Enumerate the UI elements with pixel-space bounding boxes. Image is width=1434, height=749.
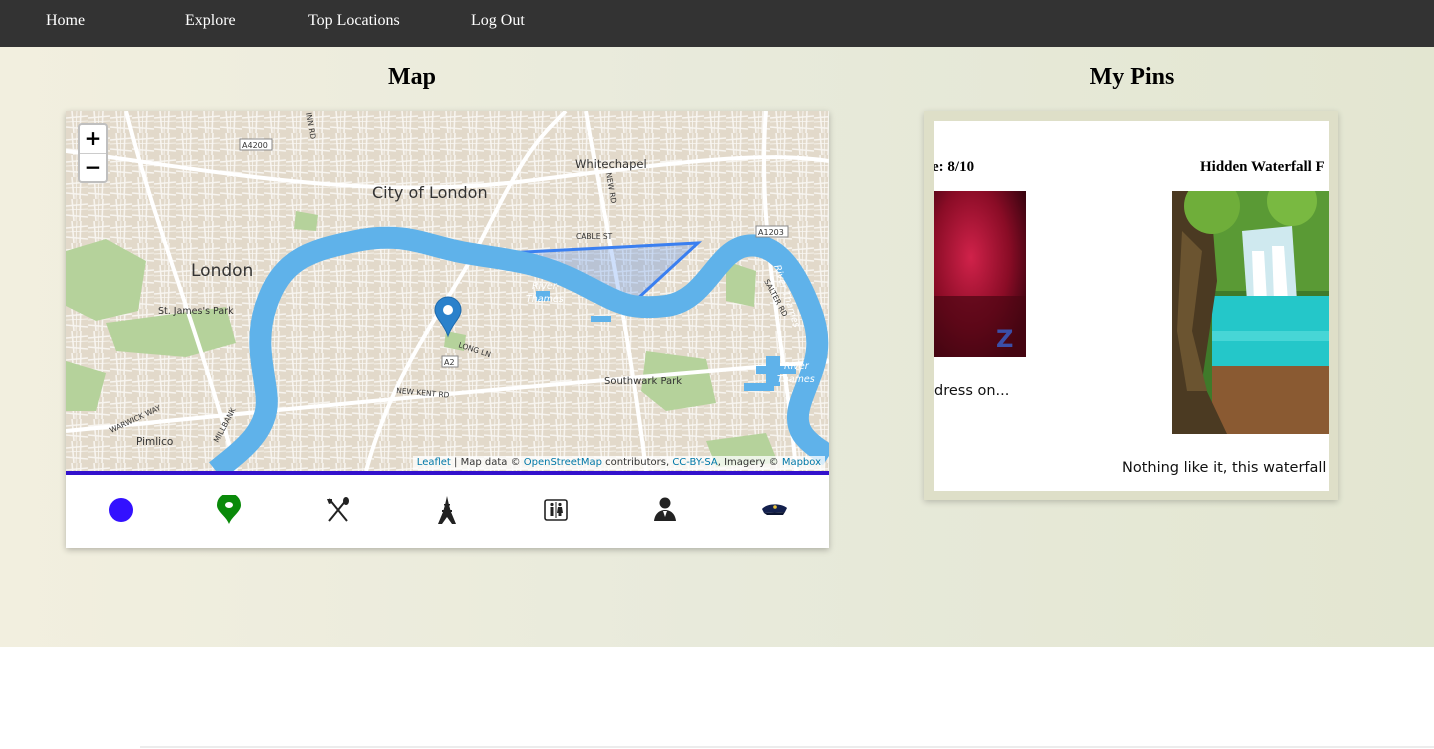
my-pins-title: My Pins [1089,64,1175,90]
nav-logout-link[interactable]: Log Out [471,12,525,30]
label-river-1: River [532,281,558,292]
zoom-out-button[interactable]: − [80,154,106,182]
label-cable-st: CABLE ST [576,232,613,241]
svg-text:Z: Z [996,325,1013,353]
osm-link[interactable]: OpenStreetMap [524,457,602,468]
zoom-in-button[interactable]: + [80,125,106,154]
pin-title-2: Hidden Waterfall F [1200,159,1325,175]
label-thames-1: Thames [526,294,564,305]
nav-explore-link[interactable]: Explore [185,12,236,30]
label-pimlico: Pimlico [136,436,173,448]
landmark-icon[interactable] [432,495,462,525]
map-title: Map [388,64,436,90]
license-link[interactable]: CC-BY-SA [672,457,717,468]
pins-carousel[interactable]: e: 8/10 Z dress on... Hidden Waterfall F [934,121,1329,491]
map-attribution: Leaflet | Map data © OpenStreetMap contr… [412,456,825,470]
svg-text:A2: A2 [444,358,455,367]
svg-text:A4200: A4200 [242,141,268,150]
leaflet-link[interactable]: Leaflet [417,457,451,468]
nav-top-locations-link[interactable]: Top Locations [308,12,400,30]
restroom-icon[interactable] [541,495,571,525]
person-icon[interactable] [650,495,680,525]
marker-icon[interactable] [214,495,244,525]
label-st-james-park: St. James's Park [158,306,234,317]
my-pins-card: e: 8/10 Z dress on... Hidden Waterfall F [924,111,1338,500]
mapbox-link[interactable]: Mapbox [782,457,821,468]
attribution-imagery: , Imagery © [717,457,782,468]
top-navbar: Home Explore Top Locations Log Out [0,0,1434,47]
nav-home-link[interactable]: Home [46,12,85,30]
police-icon[interactable] [759,495,789,525]
label-london: London [191,261,253,281]
label-river-2: River [784,361,810,372]
map-card: A4200 A1203 A2 City of London London Whi… [66,111,829,548]
map-canvas[interactable]: A4200 A1203 A2 City of London London Whi… [66,111,829,471]
svg-text:A1203: A1203 [758,228,784,237]
label-city-of-london: City of London [372,183,488,202]
attribution-text: | Map data © [450,457,524,468]
pin-image-1[interactable]: Z [934,191,1026,357]
page-footer-divider [140,746,1434,748]
label-southwark-park: Southwark Park [604,376,682,387]
label-whitechapel: Whitechapel [575,157,647,171]
pin-type-toolbar [66,475,829,548]
attribution-contrib: contributors, [601,457,673,468]
pin-rating: e: 8/10 [934,159,975,175]
pin-description-1: dress on... [934,383,1010,399]
label-thames-2: Thames [777,374,815,385]
pin-image-2[interactable] [1172,191,1329,434]
circle-icon[interactable] [106,495,136,525]
pin-description-2: Nothing like it, this waterfall i [1122,460,1329,476]
restaurant-icon[interactable] [323,495,353,525]
zoom-control: + − [78,123,108,183]
